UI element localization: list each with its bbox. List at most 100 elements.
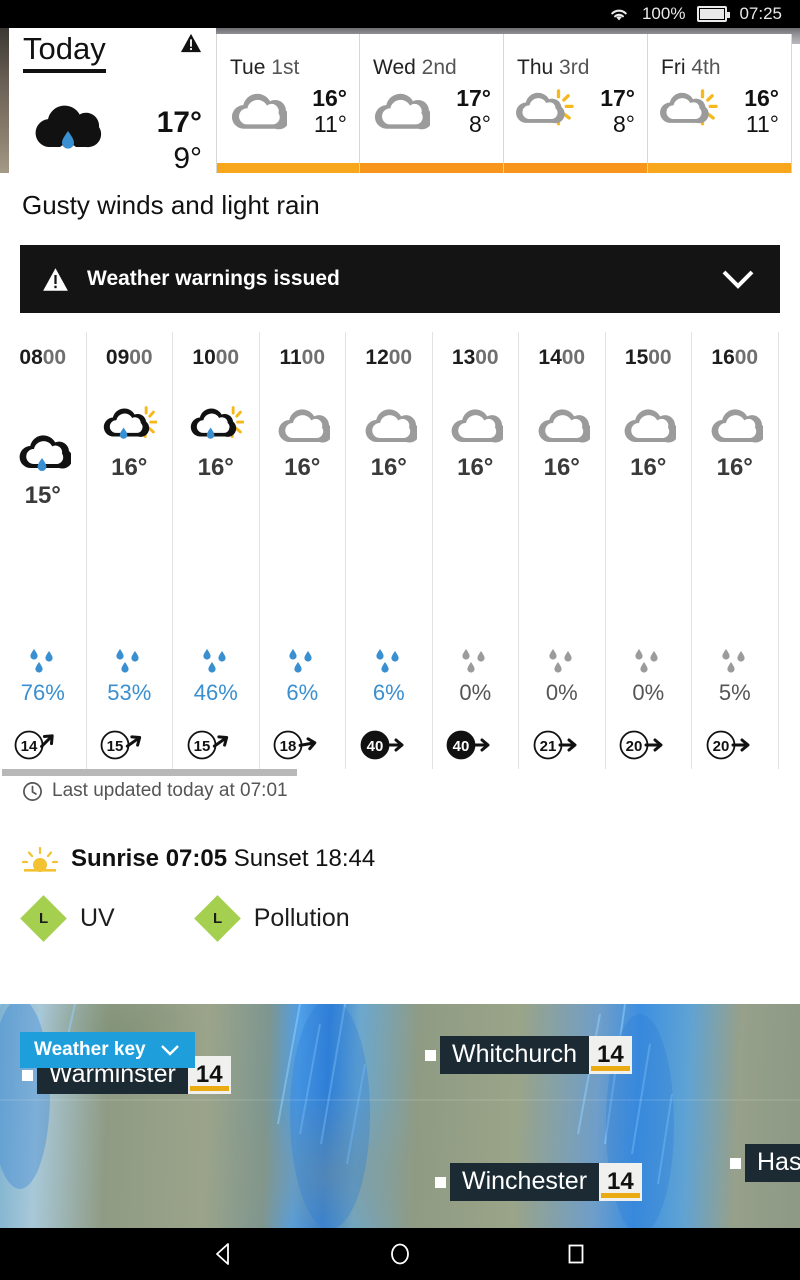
hour-weather-icon: [274, 404, 333, 448]
hour-wind: 40: [356, 726, 422, 760]
hourly-column[interactable]: 1100 16° 6% 18: [260, 332, 346, 769]
hourly-scrollbar[interactable]: [2, 769, 297, 776]
hour-precip-chance: 6%: [372, 680, 405, 705]
hour-temperature: 16°: [716, 454, 753, 481]
hour-precip-icon: [25, 648, 61, 674]
map-place-dot: [22, 1069, 33, 1081]
hour-temperature: 16°: [457, 454, 494, 481]
hour-precip-icon: [284, 648, 320, 674]
hourly-column[interactable]: 1400 16° 0% 21: [519, 332, 606, 769]
hour-time: 0900: [105, 346, 153, 369]
map-place-name: Has: [745, 1144, 800, 1182]
hour-temperature: 16°: [370, 454, 407, 481]
day-tab-tue[interactable]: Tue 1st 16° 11°: [216, 34, 360, 173]
recents-square-icon[interactable]: [563, 1241, 589, 1267]
warning-banner-text: Weather warnings issued: [87, 267, 340, 290]
hour-wind: 20: [615, 726, 681, 760]
hour-temperature: 16°: [197, 454, 234, 481]
sunrise-icon: [22, 846, 58, 872]
svg-text:40: 40: [453, 738, 470, 755]
map-place-name: Winchester: [450, 1163, 600, 1201]
last-updated-text: Last updated today at 07:01: [52, 780, 288, 801]
uv-level: L: [38, 909, 49, 927]
status-clock: 07:25: [739, 4, 782, 23]
hour-precip-chance: 0%: [632, 680, 665, 705]
android-nav-bar[interactable]: [0, 1228, 800, 1280]
hour-weather-icon: [707, 404, 766, 448]
hour-precip-chance: 76%: [20, 680, 65, 705]
hour-precip-chance: 5%: [718, 680, 751, 705]
hourly-column[interactable]: 1000 16° 46% 15: [173, 332, 260, 769]
weather-warnings-banner[interactable]: Weather warnings issued: [20, 245, 780, 313]
wind-speed-icon: 40: [360, 730, 404, 760]
sun-times: Sunrise 07:05 Sunset 18:44: [22, 845, 375, 873]
hour-precip-icon: [630, 648, 666, 674]
hour-weather-icon: [15, 432, 73, 476]
warning-triangle-icon: [43, 267, 68, 291]
day-temperatures: 17° 8°: [600, 85, 635, 138]
day-high: 16°: [744, 85, 779, 111]
svg-text:18: 18: [280, 738, 297, 755]
hour-wind: 18: [269, 726, 335, 760]
precipitation-drops-icon: [30, 649, 53, 673]
index-row: L UV L Pollution: [20, 895, 350, 942]
cloud-grey-icon: [711, 409, 766, 443]
hour-wind: 15: [96, 726, 162, 760]
day-tabs-strip[interactable]: Tue 1st 16° 11° Wed 2nd 17° 8° Thu 3rd 17° 8° Fri…: [216, 28, 800, 173]
hourly-column[interactable]: 1500 16° 0% 20: [606, 332, 692, 769]
day-bar: [648, 163, 791, 173]
hourly-column[interactable]: 0800 15° 76% 14: [0, 332, 87, 769]
today-tab[interactable]: Today 17° 9°: [9, 28, 216, 174]
day-tabs-list: Tue 1st 16° 11° Wed 2nd 17° 8° Thu 3rd 17° 8° Fri…: [216, 34, 792, 173]
hourly-column[interactable]: 1600 16° 5% 20: [692, 332, 779, 769]
day-tab-thu[interactable]: Thu 3rd 17° 8°: [504, 34, 648, 173]
hour-precip-icon: [717, 648, 753, 674]
svg-text:20: 20: [626, 738, 643, 755]
hourly-forecast[interactable]: 0800 15° 76% 14 0900 16° 53% 15 1000 16° 46% 15 1100…: [0, 332, 800, 769]
wind-speed-icon: 21: [533, 730, 577, 760]
svg-text:14: 14: [20, 738, 37, 755]
wind-speed-icon: 14: [14, 730, 54, 760]
day-tab-wed[interactable]: Wed 2nd 17° 8°: [360, 34, 504, 173]
pollution-index[interactable]: L Pollution: [193, 895, 350, 942]
hour-weather-icon: [447, 404, 506, 448]
today-temperatures: 17° 9°: [157, 108, 202, 174]
day-weather-icon: [514, 88, 574, 134]
pollution-level-badge: L: [193, 895, 241, 942]
hour-precip-icon: [111, 648, 147, 674]
svg-text:21: 21: [539, 738, 556, 755]
weather-key-label: Weather key: [34, 1039, 146, 1060]
day-bar: [504, 163, 647, 173]
home-circle-icon[interactable]: [387, 1241, 413, 1267]
hourly-column[interactable]: 1200 16° 6% 40: [346, 332, 433, 769]
chevron-down-icon[interactable]: [718, 267, 758, 291]
hour-precip-chance: 46%: [193, 680, 238, 705]
wind-speed-icon: 20: [706, 730, 750, 760]
day-tab-label: Thu 3rd: [517, 56, 590, 79]
back-triangle-icon[interactable]: [211, 1241, 237, 1267]
sunset-label: Sunset 18:44: [233, 845, 376, 872]
hour-time: 1500: [624, 346, 672, 369]
hourly-column[interactable]: 0900 16° 53% 15: [87, 332, 173, 769]
day-tab-fri[interactable]: Fri 4th 16° 11°: [648, 34, 792, 173]
hour-weather-icon: [620, 404, 679, 448]
hour-precip-icon: [198, 648, 234, 674]
wind-speed-icon: 20: [619, 730, 663, 760]
day-high: 16°: [312, 85, 347, 111]
map-place-label: Whitchurch 14: [425, 1036, 632, 1074]
hour-temperature: 16°: [284, 454, 321, 481]
hourly-column[interactable]: 1300 16° 0% 40: [433, 332, 519, 769]
precipitation-drops-icon: [635, 649, 658, 673]
cloud-grey-icon: [278, 409, 333, 443]
day-bar: [217, 163, 359, 173]
cloud-grey-icon: [365, 409, 420, 443]
hour-temperature: 16°: [543, 454, 580, 481]
day-temperatures: 17° 8°: [456, 85, 491, 138]
cloud-grey-icon: [374, 93, 433, 130]
uv-index[interactable]: L UV: [20, 895, 115, 942]
weather-key-button[interactable]: Weather key: [20, 1032, 195, 1068]
map-place-temp: 14: [599, 1163, 642, 1201]
hour-precip-icon: [457, 648, 493, 674]
hour-precip-chance: 0%: [459, 680, 492, 705]
status-bar: 100% 07:25: [0, 0, 800, 28]
